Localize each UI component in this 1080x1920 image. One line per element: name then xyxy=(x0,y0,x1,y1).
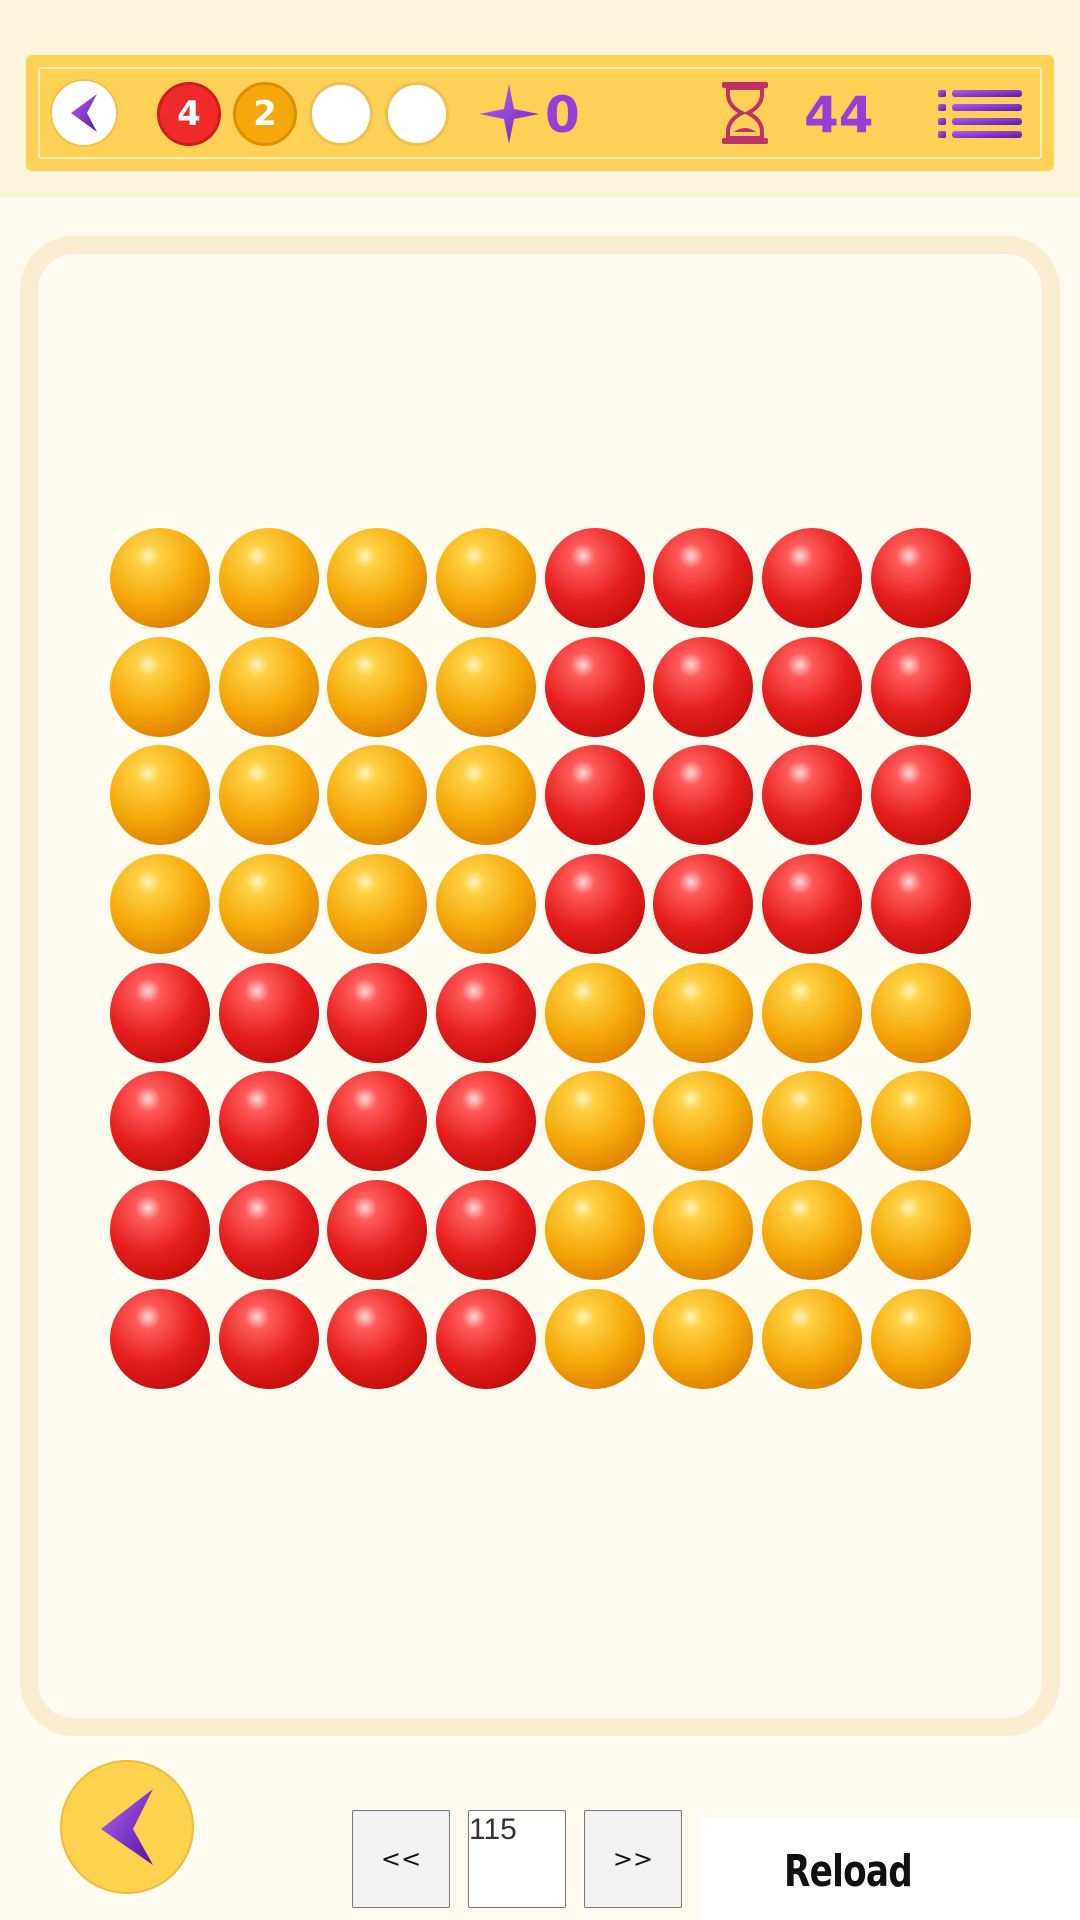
orange-ball[interactable] xyxy=(110,854,210,955)
red-ball[interactable] xyxy=(544,745,645,846)
orange-ball[interactable] xyxy=(544,1288,645,1389)
red-ball[interactable] xyxy=(870,745,971,846)
red-ball[interactable] xyxy=(436,962,537,1063)
orange-ball[interactable] xyxy=(110,636,210,737)
red-ball[interactable] xyxy=(327,1180,428,1281)
red-ball[interactable] xyxy=(870,636,971,737)
red-ball[interactable] xyxy=(110,962,210,1063)
red-ball[interactable] xyxy=(653,745,754,846)
red-ball[interactable] xyxy=(110,1180,210,1281)
back-button[interactable] xyxy=(50,79,118,147)
red-ball[interactable] xyxy=(762,636,863,737)
red-ball[interactable] xyxy=(327,962,428,1063)
red-ball[interactable] xyxy=(762,528,863,628)
red-ball[interactable] xyxy=(870,854,971,955)
back-arrow-icon xyxy=(101,1789,153,1865)
red-count-badge: 4 xyxy=(157,82,221,146)
red-ball[interactable] xyxy=(327,1071,428,1172)
orange-ball[interactable] xyxy=(327,528,428,628)
red-ball[interactable] xyxy=(653,528,754,628)
red-ball[interactable] xyxy=(110,1288,210,1389)
red-ball[interactable] xyxy=(327,1288,428,1389)
orange-ball[interactable] xyxy=(436,854,537,955)
orange-ball[interactable] xyxy=(653,1288,754,1389)
empty-badge xyxy=(385,82,449,146)
level-number-input[interactable]: 115 xyxy=(468,1810,566,1908)
orange-ball[interactable] xyxy=(653,1180,754,1281)
red-ball[interactable] xyxy=(762,745,863,846)
orange-ball[interactable] xyxy=(218,636,319,737)
orange-ball[interactable] xyxy=(436,636,537,737)
reload-button[interactable]: Reload xyxy=(784,1844,913,1900)
orange-ball[interactable] xyxy=(436,745,537,846)
red-ball[interactable] xyxy=(436,1288,537,1389)
back-arrow-icon xyxy=(71,94,97,132)
red-ball[interactable] xyxy=(436,1071,537,1172)
orange-ball[interactable] xyxy=(327,854,428,955)
orange-ball[interactable] xyxy=(870,1180,971,1281)
orange-ball[interactable] xyxy=(436,528,537,628)
hourglass-icon xyxy=(722,82,768,144)
orange-ball[interactable] xyxy=(653,1071,754,1172)
menu-icon[interactable] xyxy=(938,88,1022,140)
orange-ball[interactable] xyxy=(762,1288,863,1389)
red-ball[interactable] xyxy=(218,962,319,1063)
red-ball[interactable] xyxy=(544,854,645,955)
red-ball[interactable] xyxy=(218,1180,319,1281)
red-ball[interactable] xyxy=(653,636,754,737)
next-level-button[interactable]: >> xyxy=(584,1810,682,1908)
red-ball[interactable] xyxy=(653,854,754,955)
orange-ball[interactable] xyxy=(653,962,754,1063)
red-ball[interactable] xyxy=(218,1288,319,1389)
orange-ball[interactable] xyxy=(218,854,319,955)
orange-ball[interactable] xyxy=(762,1071,863,1172)
orange-ball[interactable] xyxy=(870,1288,971,1389)
orange-ball[interactable] xyxy=(762,962,863,1063)
orange-ball[interactable] xyxy=(762,1180,863,1281)
orange-ball[interactable] xyxy=(870,1071,971,1172)
orange-ball[interactable] xyxy=(327,745,428,846)
orange-ball[interactable] xyxy=(218,745,319,846)
orange-ball[interactable] xyxy=(110,528,210,628)
star-icon xyxy=(479,84,539,144)
orange-ball[interactable] xyxy=(870,962,971,1063)
empty-badge xyxy=(309,82,373,146)
red-ball[interactable] xyxy=(436,1180,537,1281)
red-ball[interactable] xyxy=(544,636,645,737)
orange-ball[interactable] xyxy=(544,962,645,1063)
ball-grid xyxy=(110,528,971,1389)
red-ball[interactable] xyxy=(110,1071,210,1172)
red-ball[interactable] xyxy=(762,854,863,955)
orange-count-badge: 2 xyxy=(233,82,297,146)
red-ball[interactable] xyxy=(218,1071,319,1172)
timer-value: 44 xyxy=(804,86,874,144)
red-ball[interactable] xyxy=(870,528,971,628)
back-button-large[interactable] xyxy=(60,1760,194,1894)
orange-ball[interactable] xyxy=(544,1180,645,1281)
orange-ball[interactable] xyxy=(218,528,319,628)
orange-ball[interactable] xyxy=(544,1071,645,1172)
orange-ball[interactable] xyxy=(327,636,428,737)
orange-ball[interactable] xyxy=(110,745,210,846)
prev-level-button[interactable]: << xyxy=(352,1810,450,1908)
score-value: 0 xyxy=(545,86,580,144)
red-ball[interactable] xyxy=(544,528,645,628)
